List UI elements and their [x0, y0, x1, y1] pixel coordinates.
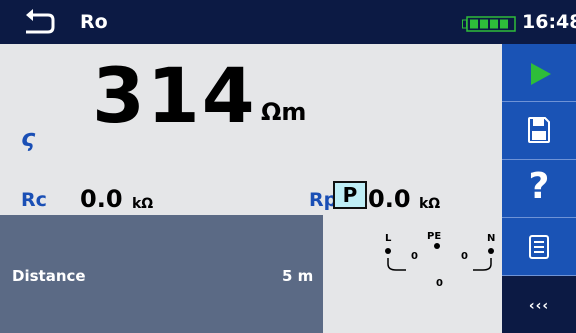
battery-full-icon — [462, 16, 516, 32]
play-icon — [531, 63, 551, 85]
terminal-label-pe: PE — [427, 231, 441, 242]
help-button[interactable]: ? — [502, 160, 576, 218]
clock: 16:48 — [522, 11, 576, 33]
terminal-value-pe-n: 0 — [461, 251, 468, 262]
more-arrows-icon: ‹‹‹ — [528, 298, 550, 314]
page-title: Ro — [80, 11, 108, 33]
main-result-unit: Ωm — [261, 98, 307, 126]
parameter-value-distance[interactable]: 5 m — [282, 267, 313, 285]
main-result-value: 314 — [92, 51, 257, 140]
terminal-value-l-pe: 0 — [411, 251, 418, 262]
save-icon — [528, 117, 550, 143]
title-bar: Ro 16:48 — [0, 0, 576, 44]
options-button[interactable] — [502, 218, 576, 276]
terminal-label-l: L — [385, 233, 392, 244]
more-button[interactable]: ‹‹‹ — [502, 276, 576, 333]
save-button[interactable] — [502, 102, 576, 160]
back-arrow-icon[interactable] — [22, 6, 56, 36]
rc-unit: kΩ — [132, 196, 154, 212]
rp-value: 0.0 — [368, 185, 411, 213]
terminal-status-diagram: L PE N 0 0 0 — [385, 231, 495, 289]
start-button[interactable] — [502, 44, 576, 102]
p-badge: P — [333, 181, 367, 209]
rc-label: Rc — [21, 189, 47, 211]
measurement-panel: ς 314 Ωm Rc 0.0 kΩ Rp 0.0 kΩ Distance 5 … — [0, 44, 502, 333]
terminal-value-l-n: 0 — [436, 278, 443, 289]
list-icon — [529, 235, 549, 259]
parameter-panel[interactable]: Distance 5 m — [0, 215, 323, 333]
rc-value: 0.0 — [80, 185, 123, 213]
terminal-label-n: N — [487, 233, 495, 244]
rp-unit: kΩ — [419, 196, 441, 212]
result-symbol: ς — [21, 124, 36, 152]
parameter-name-distance: Distance — [12, 267, 86, 285]
help-icon: ? — [528, 166, 550, 207]
sidebar: ? ‹‹‹ — [502, 44, 576, 333]
